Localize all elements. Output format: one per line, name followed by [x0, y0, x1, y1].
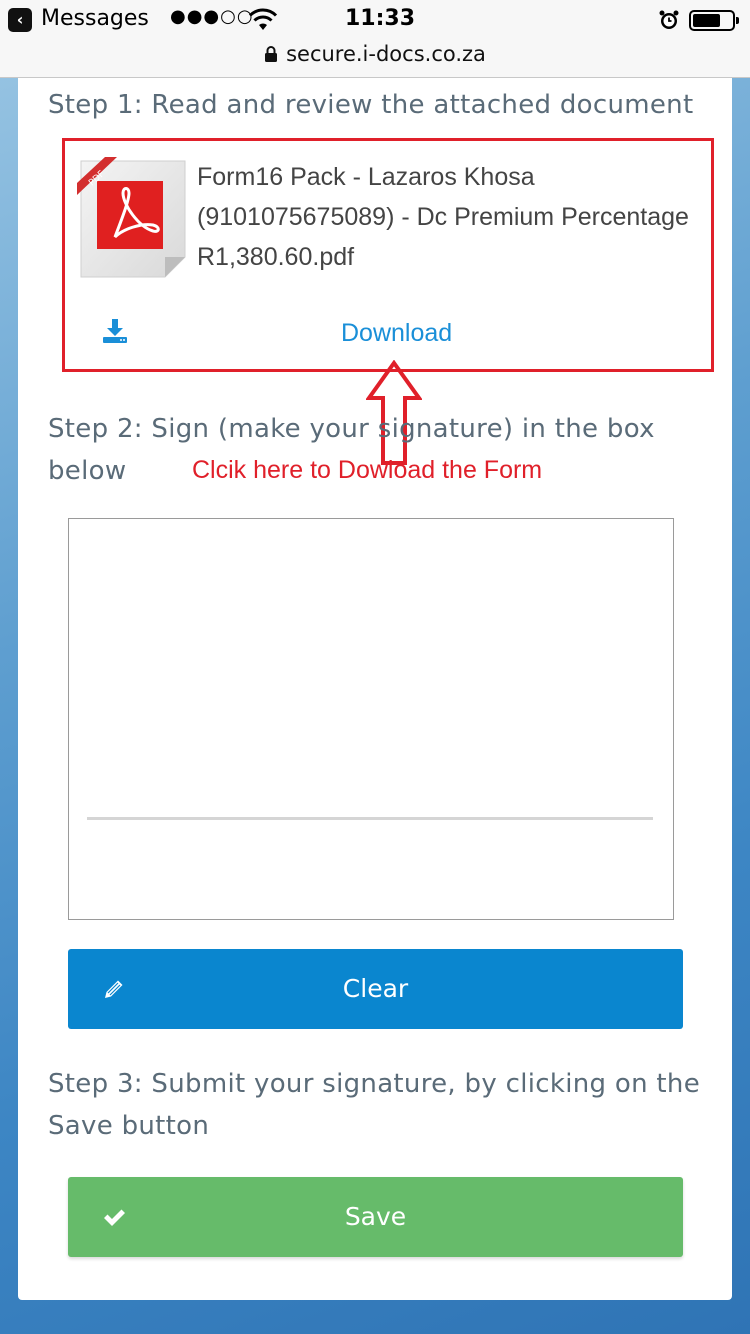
download-annotation: Clcik here to Dowload the Form: [192, 456, 543, 484]
save-button-label: Save: [344, 1202, 407, 1231]
clock: 11:33: [345, 6, 416, 31]
download-icon[interactable]: [101, 317, 129, 345]
alarm-icon: [659, 10, 679, 29]
clear-button[interactable]: Clear: [68, 949, 683, 1029]
checkmark-icon: [104, 1209, 125, 1226]
wifi-icon: [248, 8, 278, 30]
status-bar: ‹ Messages ●●●○○ 11:33: [0, 0, 750, 40]
battery-icon: [689, 10, 739, 31]
url-text[interactable]: secure.i-docs.co.za: [286, 42, 486, 66]
lock-icon: [265, 46, 278, 62]
signature-line: [87, 817, 653, 820]
pdf-file-icon[interactable]: PDF: [77, 157, 189, 281]
back-to-app-label[interactable]: Messages: [41, 6, 149, 31]
step1-heading: Step 1: Read and review the attached doc…: [48, 90, 694, 120]
signing-card: Step 1: Read and review the attached doc…: [18, 78, 732, 1300]
save-button[interactable]: Save: [68, 1177, 683, 1257]
download-link[interactable]: Download: [341, 319, 452, 348]
pencil-icon: [105, 980, 123, 998]
step3-heading: Step 3: Submit your signature, by clicki…: [48, 1069, 700, 1141]
signature-pad[interactable]: [68, 518, 674, 920]
document-name[interactable]: Form16 Pack - Lazaros Khosa (91010756750…: [197, 157, 697, 277]
clear-button-label: Clear: [342, 974, 409, 1003]
attached-document: PDF Form16 Pack - Lazaros Khosa (9101075…: [62, 138, 714, 372]
back-icon[interactable]: ‹: [8, 8, 32, 32]
url-bar[interactable]: secure.i-docs.co.za: [0, 40, 750, 78]
signal-strength-icon: ●●●○○: [170, 6, 254, 27]
